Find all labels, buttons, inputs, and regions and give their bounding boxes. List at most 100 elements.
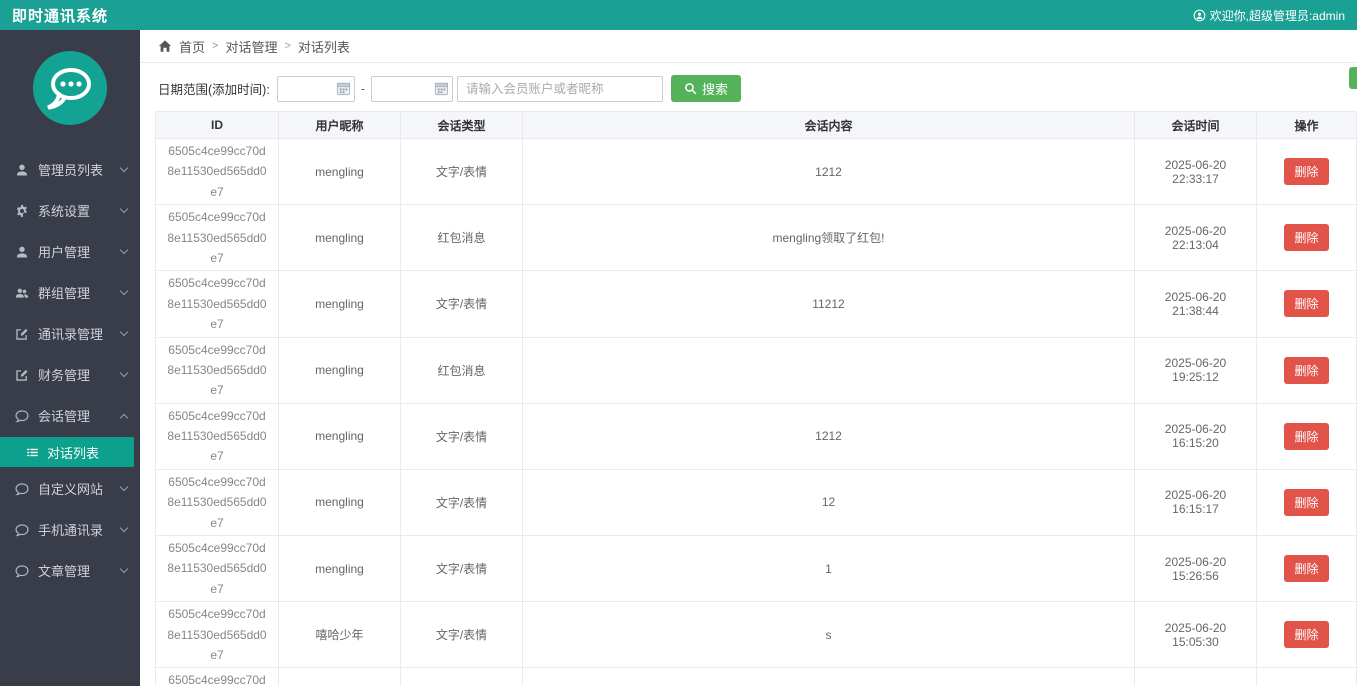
chevron-down-icon <box>119 204 129 214</box>
conversation-time: 2025-06-20 13:47:02 <box>1134 667 1257 686</box>
sidebar-item-custom-website[interactable]: 自定义网站 <box>0 468 140 509</box>
user-nickname: mengling <box>278 402 401 470</box>
date-to-field[interactable] <box>370 75 453 102</box>
action-cell: 删除 <box>1256 336 1357 404</box>
welcome-area: 欢迎你,超级管理员:admin <box>1193 7 1345 24</box>
chevron-down-icon <box>119 245 129 255</box>
action-cell: 删除 <box>1256 137 1357 206</box>
conversation-content: 111 <box>522 667 1135 686</box>
conversation-table: ID 用户昵称 会话类型 会话内容 会话时间 操作 6505c4ce99cc70… <box>155 111 1357 686</box>
sidebar-item-contacts-management[interactable]: 通讯录管理 <box>0 313 140 354</box>
sidebar-item-admin-list[interactable]: 管理员列表 <box>0 149 140 190</box>
sidebar-item-label: 财务管理 <box>38 368 91 383</box>
sidebar-item-session-management[interactable]: 会话管理 <box>0 395 140 436</box>
sidebar-item-finance-management[interactable]: 财务管理 <box>0 354 140 395</box>
sidebar-menu: 管理员列表 系统设置 用户管理 群组管理 通讯录管理 财务管理 会话管理 对话列… <box>0 149 140 591</box>
conversation-content: 12 <box>522 468 1135 537</box>
date-from-field[interactable] <box>276 75 355 102</box>
conversation-time: 2025-06-20 22:33:17 <box>1134 137 1257 206</box>
delete-button[interactable]: 删除 <box>1284 488 1329 516</box>
column-header-nickname: 用户昵称 <box>278 111 401 139</box>
calendar-icon[interactable] <box>433 79 450 99</box>
chevron-down-icon <box>119 564 129 574</box>
chat-icon <box>13 482 31 496</box>
conversation-time: 2025-06-20 22:13:04 <box>1134 204 1257 272</box>
user-icon <box>13 163 31 177</box>
chevron-down-icon <box>119 327 129 337</box>
conversation-time: 2025-06-20 19:25:12 <box>1134 336 1257 404</box>
delete-button[interactable]: 删除 <box>1284 356 1329 384</box>
sidebar-item-phone-contacts[interactable]: 手机通讯录 <box>0 509 140 550</box>
user-nickname: 嘻哈少年 <box>278 601 401 669</box>
breadcrumb-item-dialog-management[interactable]: 对话管理 <box>225 37 277 56</box>
conversation-id: 6505c4ce99cc70d8e11530ed565dd0e7 <box>155 402 279 470</box>
breadcrumb: 首页 > 对话管理 > 对话列表 <box>140 30 1357 63</box>
sidebar-item-label: 自定义网站 <box>38 482 104 497</box>
conversation-id: 6505c4ce99cc70d8e11530ed565dd0e7 <box>155 667 279 686</box>
sidebar-item-article-management[interactable]: 文章管理 <box>0 550 140 591</box>
delete-button[interactable]: 删除 <box>1284 290 1329 318</box>
action-cell: 删除 <box>1256 667 1357 686</box>
search-icon <box>684 82 697 95</box>
sidebar-item-label: 手机通讯录 <box>38 523 104 538</box>
calendar-icon[interactable] <box>335 79 352 99</box>
date-range-dash: - <box>360 81 365 96</box>
sidebar-item-label: 管理员列表 <box>38 163 104 178</box>
conversation-time: 2025-06-20 16:15:20 <box>1134 402 1257 470</box>
sidebar-subitem-label: 对话列表 <box>47 445 100 461</box>
user-nickname: 嘻哈少年 <box>278 667 401 686</box>
sidebar-item-label: 文章管理 <box>38 564 91 579</box>
conversation-time: 2025-06-20 21:38:44 <box>1134 270 1257 338</box>
action-cell: 删除 <box>1256 204 1357 272</box>
welcome-text: 欢迎你,超级管理员:admin <box>1209 8 1345 23</box>
delete-button[interactable]: 删除 <box>1284 224 1329 252</box>
breadcrumb-home[interactable]: 首页 <box>179 37 205 56</box>
search-button[interactable]: 搜索 <box>670 75 741 102</box>
sidebar-item-system-settings[interactable]: 系统设置 <box>0 190 140 231</box>
column-header-content: 会话内容 <box>522 111 1135 139</box>
keyword-search-input[interactable] <box>456 75 663 102</box>
panel-toggle-button[interactable] <box>1349 67 1357 89</box>
chevron-down-icon <box>119 163 129 173</box>
action-cell: 删除 <box>1256 601 1357 669</box>
table-row: 6505c4ce99cc70d8e11530ed565dd0e7 menglin… <box>155 535 1357 603</box>
table-row: 6505c4ce99cc70d8e11530ed565dd0e7 menglin… <box>155 204 1357 272</box>
delete-button[interactable]: 删除 <box>1284 621 1329 649</box>
chat-icon <box>13 409 31 423</box>
sidebar-item-label: 会话管理 <box>38 409 91 424</box>
sidebar-item-group-management[interactable]: 群组管理 <box>0 272 140 313</box>
chat-icon <box>13 564 31 578</box>
sidebar-item-label: 用户管理 <box>38 245 91 260</box>
search-button-label: 搜索 <box>701 82 728 97</box>
conversation-time: 2025-06-20 15:05:30 <box>1134 601 1257 669</box>
breadcrumb-separator: > <box>284 40 291 52</box>
conversation-content: s <box>522 601 1135 669</box>
delete-button[interactable]: 删除 <box>1284 555 1329 583</box>
table-row: 6505c4ce99cc70d8e11530ed565dd0e7 menglin… <box>155 270 1357 338</box>
column-header-time: 会话时间 <box>1134 111 1257 139</box>
list-icon <box>26 446 39 459</box>
user-icon <box>13 245 31 259</box>
date-from-input[interactable] <box>280 81 335 96</box>
home-icon <box>158 39 172 53</box>
date-to-input[interactable] <box>378 81 433 96</box>
chat-icon <box>13 523 31 537</box>
column-header-id: ID <box>155 111 279 139</box>
chevron-down-icon <box>119 368 129 378</box>
breadcrumb-item-dialog-list[interactable]: 对话列表 <box>298 37 350 56</box>
sidebar-subitem-dialog-list[interactable]: 对话列表 <box>0 437 134 467</box>
conversation-type: 文字/表情 <box>400 601 523 669</box>
sidebar-item-user-management[interactable]: 用户管理 <box>0 231 140 272</box>
conversation-type: 红包消息 <box>400 336 523 404</box>
conversation-id: 6505c4ce99cc70d8e11530ed565dd0e7 <box>155 204 279 272</box>
sidebar: 管理员列表 系统设置 用户管理 群组管理 通讯录管理 财务管理 会话管理 对话列… <box>0 30 140 686</box>
sidebar-item-label: 系统设置 <box>38 204 91 219</box>
user-nickname: mengling <box>278 535 401 603</box>
conversation-id: 6505c4ce99cc70d8e11530ed565dd0e7 <box>155 601 279 669</box>
conversation-id: 6505c4ce99cc70d8e11530ed565dd0e7 <box>155 336 279 404</box>
conversation-type: 文字/表情 <box>400 535 523 603</box>
conversation-id: 6505c4ce99cc70d8e11530ed565dd0e7 <box>155 535 279 603</box>
delete-button[interactable]: 删除 <box>1284 422 1329 450</box>
delete-button[interactable]: 删除 <box>1284 158 1329 186</box>
user-nickname: mengling <box>278 270 401 338</box>
